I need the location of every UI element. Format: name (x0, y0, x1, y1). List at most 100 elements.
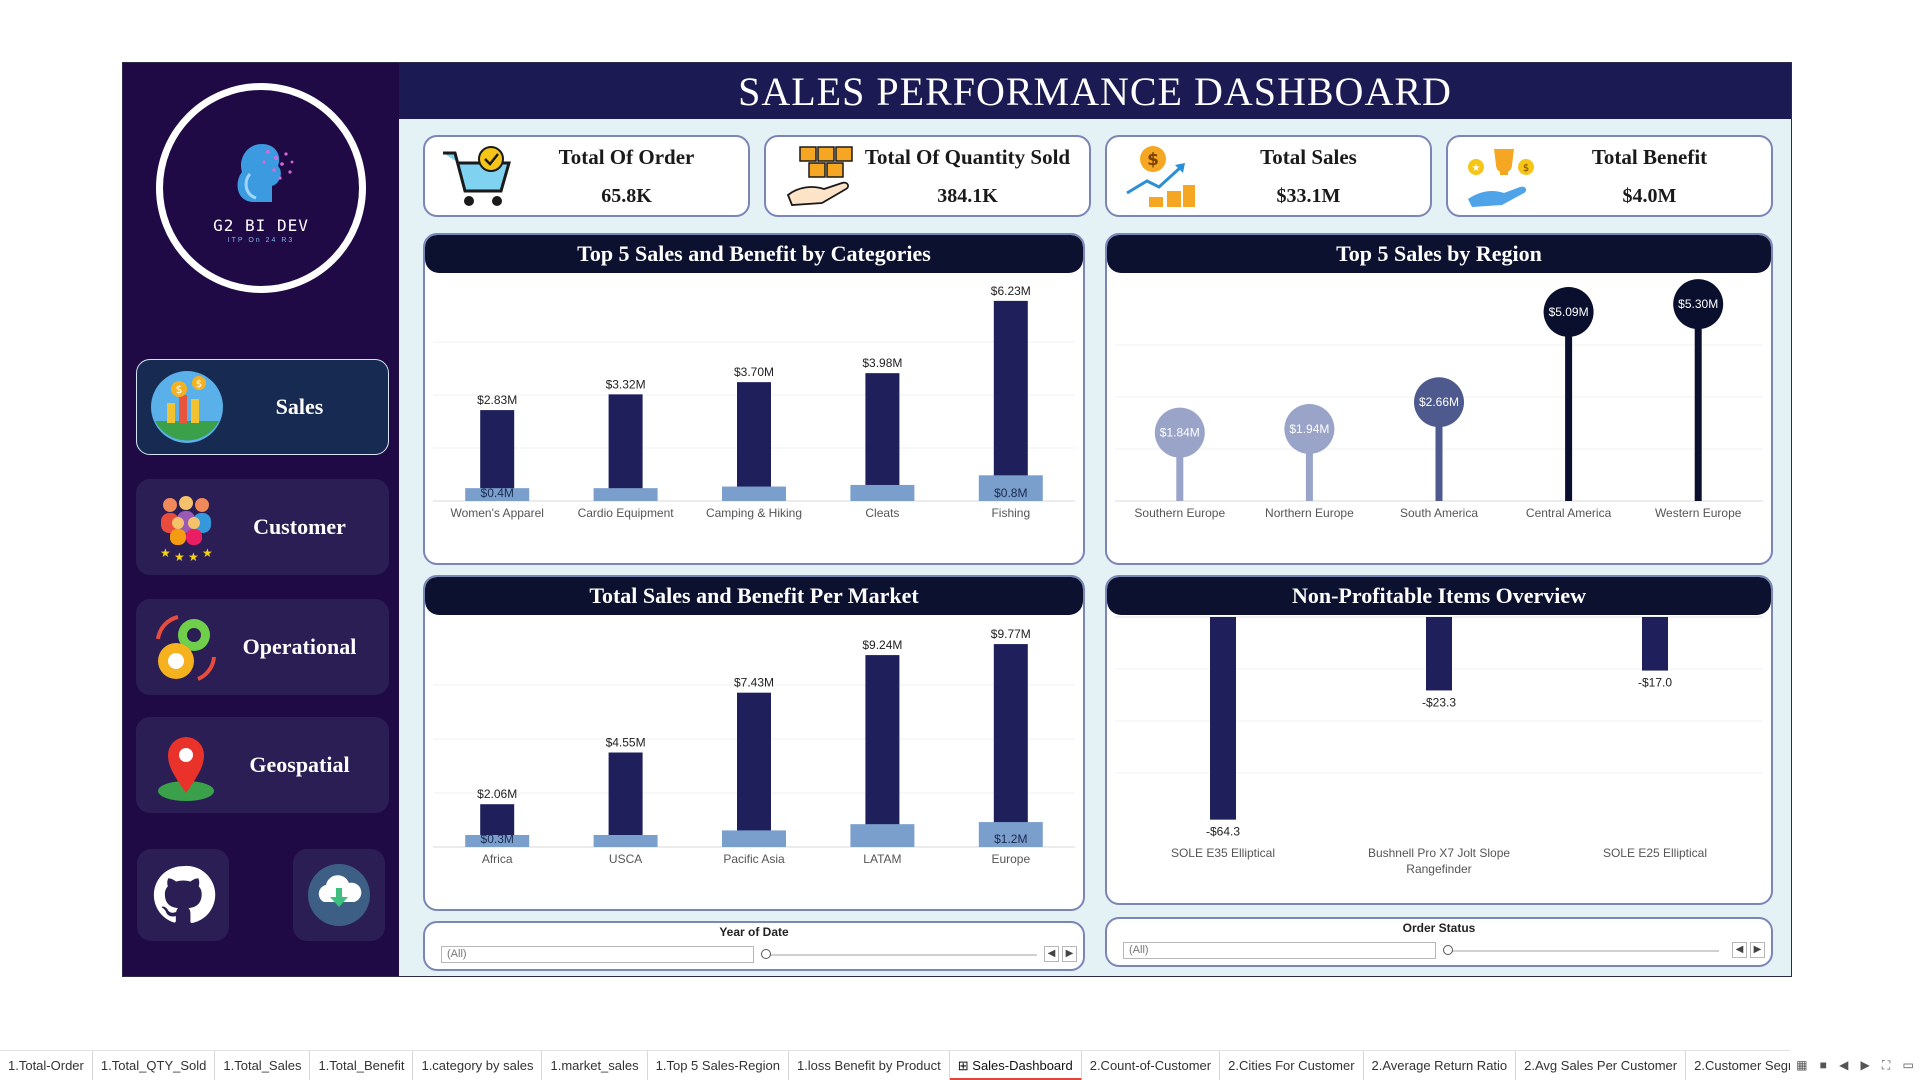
kpi-label: Total Of Order (558, 145, 695, 169)
sheet-tab[interactable]: 2.Count-of-Customer (1082, 1051, 1221, 1080)
kpi-total-benefit: ★ $ Total Benefit $4.0M (1446, 135, 1773, 217)
kpi-value: 65.8K (601, 185, 652, 207)
trophy-hand-icon: ★ $ (1460, 143, 1540, 213)
kpi-value: $33.1M (1276, 185, 1341, 207)
svg-text:$: $ (196, 379, 202, 390)
year-slider-track[interactable] (765, 954, 1037, 956)
scroll-left-icon[interactable]: ◀ (1839, 1058, 1848, 1072)
customers-icon: ★ ★ ★ ★ (146, 487, 226, 567)
panel-title-text: Top 5 Sales by Region (1336, 241, 1542, 266)
sheet-tab[interactable]: 2.Average Return Ratio (1364, 1051, 1517, 1080)
status-filter: Order Status (All) ◀ ▶ (1105, 917, 1773, 967)
sales-data-label: $6.23M (991, 284, 1031, 298)
svg-text:★: ★ (188, 550, 199, 564)
sales-bar (865, 373, 900, 501)
status-slider-handle[interactable] (1443, 945, 1453, 955)
scroll-right-icon[interactable]: ▶ (1860, 1058, 1869, 1072)
sales-bar (737, 382, 771, 501)
sheet-tab[interactable]: 1.loss Benefit by Product (789, 1051, 950, 1080)
status-filter-input[interactable]: (All) (1123, 942, 1436, 959)
sales-data-label: $3.70M (734, 365, 774, 379)
year-filter-input[interactable]: (All) (441, 946, 754, 963)
sheet-tabs: 1.Total-Order 1.Total_QTY_Sold 1.Total_Sal… (0, 1050, 1920, 1080)
loss-data-label: -$17.0 (1638, 676, 1672, 690)
sheet-tab[interactable]: 1.market_sales (542, 1051, 648, 1080)
panel-categories: Top 5 Sales and Benefit by Categories $2… (423, 233, 1085, 565)
svg-text:★: ★ (174, 550, 185, 564)
product-tick-line: SOLE E25 Elliptical (1603, 846, 1707, 860)
status-next-button[interactable]: ▶ (1750, 942, 1765, 958)
sales-bar (993, 300, 1028, 501)
year-filter-label: Year of Date (719, 925, 789, 939)
coins-growth-icon: $ (1119, 143, 1199, 213)
status-prev-button[interactable]: ◀ (1732, 942, 1747, 958)
sheet-tab[interactable]: 2.Avg Sales Per Customer (1516, 1051, 1687, 1080)
loss-bar (1642, 617, 1668, 671)
nav-sales-button[interactable]: $ $ Sales (136, 359, 389, 455)
shopping-cart-icon (437, 143, 517, 213)
kpi-total-sales: $ Total Sales $33.1M (1105, 135, 1432, 217)
nav-geospatial-button[interactable]: Geospatial (136, 717, 389, 813)
kpi-label: Total Sales (1260, 145, 1357, 169)
sales-bar (608, 394, 643, 501)
nav-customer-button[interactable]: ★ ★ ★ ★ Customer (136, 479, 389, 575)
present-icon[interactable]: ▭ (1903, 1058, 1914, 1072)
sheet-tab[interactable]: 2.Cities For Customer (1220, 1051, 1364, 1080)
region-tick-label: Central America (1526, 506, 1612, 520)
sheet-tab[interactable]: ⊞ Sales-Dashboard (949, 1051, 1082, 1080)
product-tick-label: SOLE E35 Elliptical (1171, 846, 1275, 860)
sheet-tab[interactable]: 1.Total_Benefit (310, 1051, 414, 1080)
year-slider-handle[interactable] (761, 949, 771, 959)
status-filter-label: Order Status (1402, 921, 1476, 935)
product-tick-label: Bushnell Pro X7 Jolt Slope Rangefinder (1368, 846, 1510, 876)
sheet-tab[interactable]: 1.category by sales (413, 1051, 543, 1080)
benefit-data-label: $0.4M (481, 486, 514, 500)
logo-tagline: ITP On 24 R3 (227, 237, 295, 244)
svg-text:$: $ (176, 383, 183, 396)
sheet-tab[interactable]: 1.Top 5 Sales-Region (648, 1051, 789, 1080)
sales-bar (737, 692, 771, 847)
benefit-bar (722, 830, 786, 847)
filmstrip-icon[interactable]: ■ (1820, 1058, 1827, 1072)
region-data-label: $5.30M (1678, 297, 1718, 311)
region-chart: $1.84M Southern Europe $1.94M Northern Euro… (1115, 279, 1763, 520)
boxes-hand-icon (778, 143, 858, 213)
panel-title: Top 5 Sales by Region (1107, 235, 1771, 273)
nav-label: Geospatial (249, 752, 350, 777)
status-slider-track[interactable] (1447, 950, 1719, 952)
category-tick-label: Africa (482, 852, 513, 866)
region-tick-label: Southern Europe (1134, 506, 1225, 520)
gears-icon (146, 607, 226, 687)
panel-title-text: Non-Profitable Items Overview (1291, 583, 1587, 608)
sales-data-label: $3.32M (606, 377, 646, 391)
benefit-bar (850, 484, 915, 501)
kpi-total-order: Total Of Order 65.8K (423, 135, 750, 217)
panel-nonprofit: Non-Profitable Items Overview -$64.3 SOLE… (1105, 575, 1773, 905)
year-next-button[interactable]: ▶ (1062, 946, 1077, 962)
github-button[interactable] (137, 849, 229, 941)
benefit-bar (593, 488, 658, 501)
dashboard-title: SALES PERFORMANCE DASHBOARD (738, 68, 1452, 114)
product-tick-line: SOLE E35 Elliptical (1171, 846, 1275, 860)
sheet-tab[interactable]: 1.Total_QTY_Sold (93, 1051, 216, 1080)
category-tick-label: Women's Apparel (450, 506, 543, 520)
year-prev-button[interactable]: ◀ (1044, 946, 1059, 962)
loss-data-label: -$64.3 (1206, 825, 1240, 839)
panel-title: Top 5 Sales and Benefit by Categories (425, 235, 1083, 273)
sales-data-label: $2.06M (477, 787, 517, 801)
benefit-data-label: $0.3M (481, 832, 514, 846)
svg-text:★: ★ (1472, 163, 1481, 174)
kpi-label: Total Of Quantity Sold (864, 145, 1071, 169)
product-tick-label: SOLE E25 Elliptical (1603, 846, 1707, 860)
dashboard-title-bar: SALES PERFORMANCE DASHBOARD (399, 63, 1791, 119)
kpi-value: $4.0M (1622, 185, 1677, 207)
loss-bar (1426, 617, 1452, 691)
sheet-tab[interactable]: 1.Total_Sales (215, 1051, 311, 1080)
nav-operational-button[interactable]: Operational (136, 599, 389, 695)
download-button[interactable] (293, 849, 385, 941)
kpi-total-quantity: Total Of Quantity Sold 384.1K (764, 135, 1091, 217)
sheet-tab[interactable]: 1.Total-Order (0, 1051, 93, 1080)
grid-view-icon[interactable]: ▦ (1796, 1058, 1807, 1072)
fullscreen-icon[interactable]: ⛶ (1882, 1058, 1890, 1073)
category-tick-label: Camping & Hiking (706, 506, 802, 520)
